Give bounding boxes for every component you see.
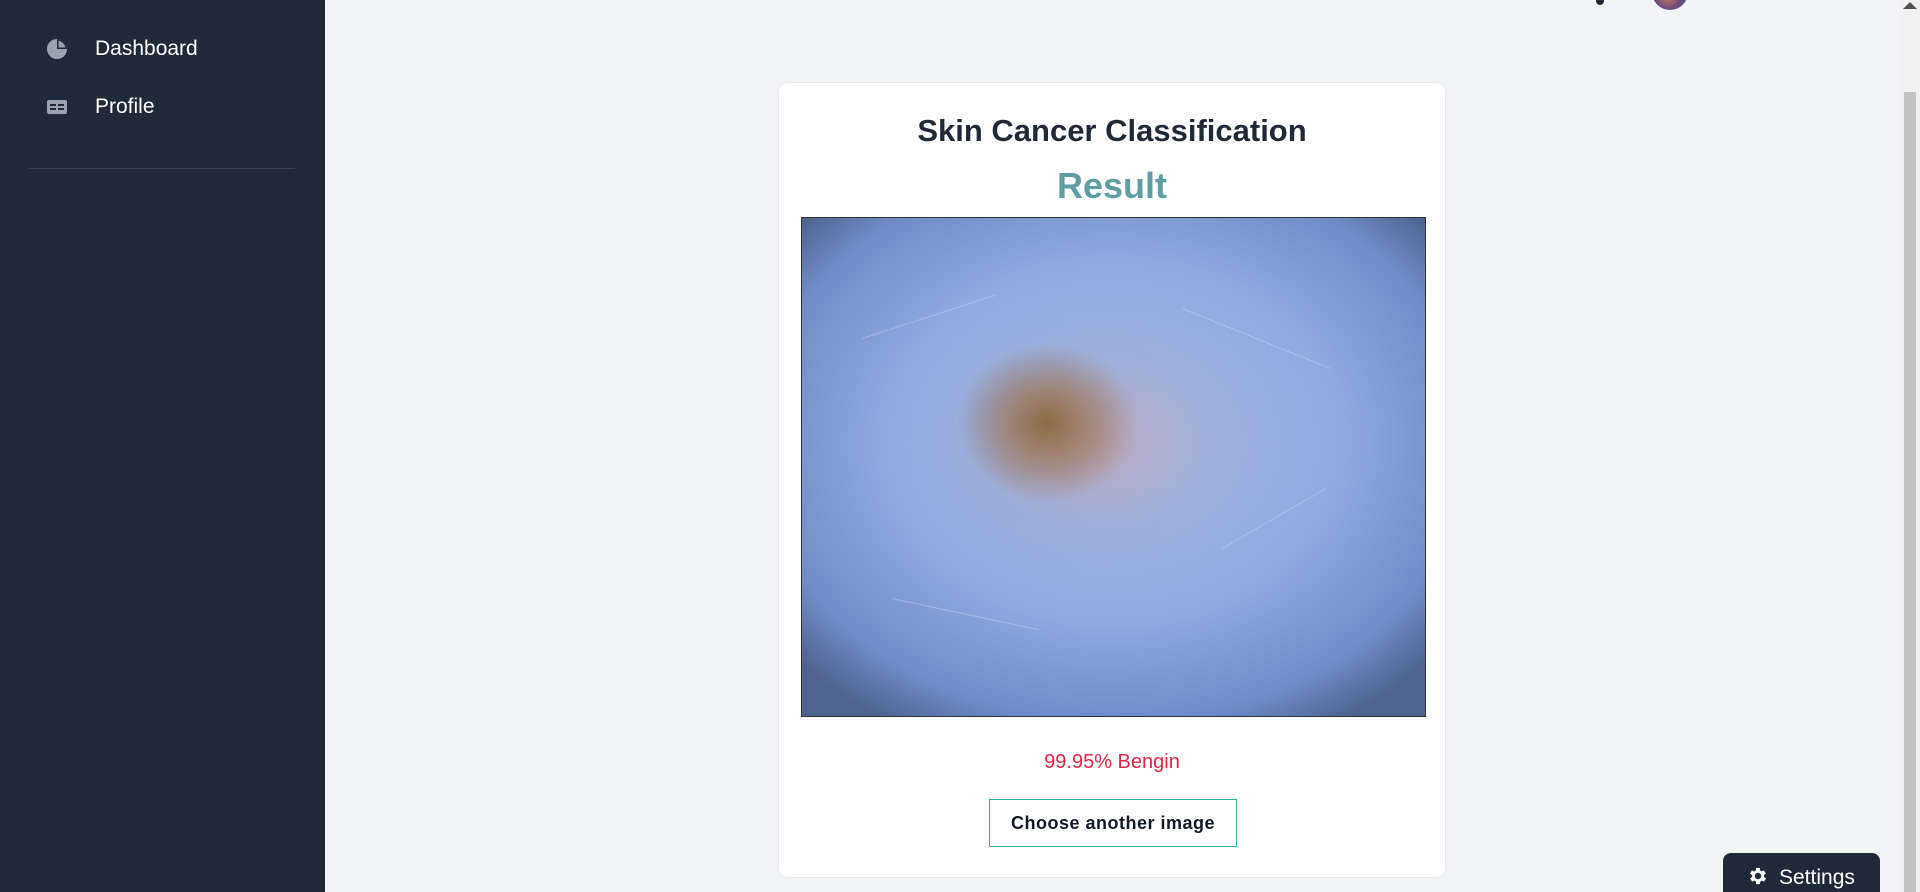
image-texture xyxy=(891,598,1039,631)
result-heading: Result xyxy=(1056,165,1168,206)
notification-dot-icon[interactable] xyxy=(1596,0,1604,5)
id-card-icon xyxy=(44,94,70,120)
sidebar: Dashboard Profile xyxy=(0,0,325,892)
settings-button[interactable]: Settings xyxy=(1723,853,1880,892)
lesion-image xyxy=(801,217,1426,717)
sidebar-item-profile[interactable]: Profile xyxy=(44,92,155,122)
settings-label: Settings xyxy=(1779,866,1855,889)
classification-result: 99.95% Bengin xyxy=(1044,751,1180,773)
image-texture xyxy=(1221,488,1327,549)
image-texture xyxy=(1181,308,1331,369)
sidebar-divider xyxy=(29,168,295,169)
gear-icon xyxy=(1747,865,1769,892)
page-title: Skin Cancer Classification xyxy=(917,113,1307,148)
sidebar-item-label: Profile xyxy=(95,95,155,118)
classification-card: Skin Cancer Classification Result 99.95%… xyxy=(778,82,1446,878)
image-texture xyxy=(861,294,996,339)
choose-another-image-button[interactable]: Choose another image xyxy=(989,799,1237,847)
scrollbar-thumb[interactable] xyxy=(1904,92,1916,892)
sidebar-item-dashboard[interactable]: Dashboard xyxy=(44,34,198,64)
sidebar-item-label: Dashboard xyxy=(95,37,198,60)
avatar[interactable] xyxy=(1652,0,1688,10)
pie-chart-icon xyxy=(44,36,70,62)
scroll-up-arrow-icon[interactable] xyxy=(1903,2,1917,9)
